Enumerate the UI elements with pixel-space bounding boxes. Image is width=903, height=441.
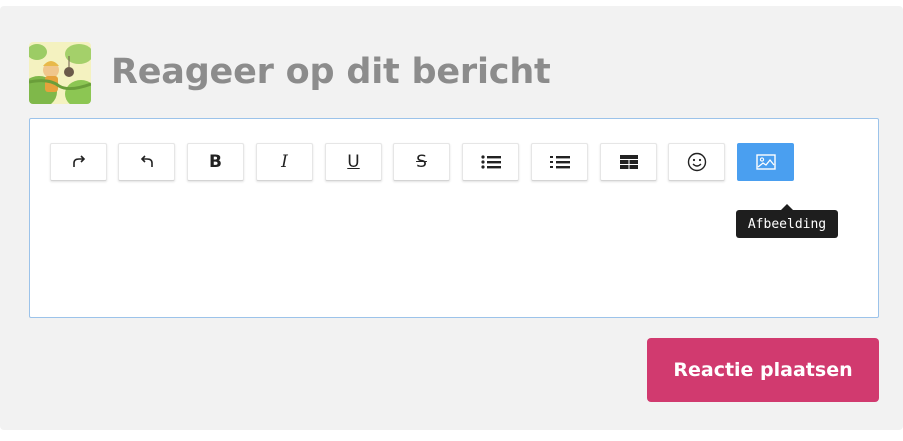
bold-button[interactable]: B xyxy=(187,143,244,181)
comment-editor[interactable]: B I U S Afbeelding xyxy=(29,118,879,318)
table-button[interactable] xyxy=(600,143,657,181)
underline-button[interactable]: U xyxy=(325,143,382,181)
smiley-icon xyxy=(687,152,706,172)
strikethrough-icon: S xyxy=(416,151,427,172)
page-title: Reageer op dit bericht xyxy=(111,52,551,92)
undo-arrow-icon xyxy=(140,155,153,167)
image-button[interactable] xyxy=(737,143,794,181)
redo-button[interactable] xyxy=(50,143,107,181)
bullet-list-icon xyxy=(480,155,501,169)
avatar-illustration-icon xyxy=(29,42,91,104)
italic-button[interactable]: I xyxy=(256,143,313,181)
bold-icon: B xyxy=(209,151,222,172)
avatar xyxy=(29,42,91,104)
bullet-list-button[interactable] xyxy=(462,143,519,181)
italic-icon: I xyxy=(281,151,288,172)
strikethrough-button[interactable]: S xyxy=(393,143,450,181)
submit-comment-button[interactable]: Reactie plaatsen xyxy=(647,338,879,402)
undo-button[interactable] xyxy=(118,143,175,181)
numbered-list-button[interactable] xyxy=(531,143,588,181)
emoji-button[interactable] xyxy=(668,143,725,181)
table-icon xyxy=(619,155,638,169)
redo-arrow-icon xyxy=(72,155,85,167)
underline-icon: U xyxy=(347,151,360,172)
numbered-list-icon xyxy=(549,156,570,169)
image-icon xyxy=(755,154,776,170)
image-tooltip: Afbeelding xyxy=(736,204,838,238)
